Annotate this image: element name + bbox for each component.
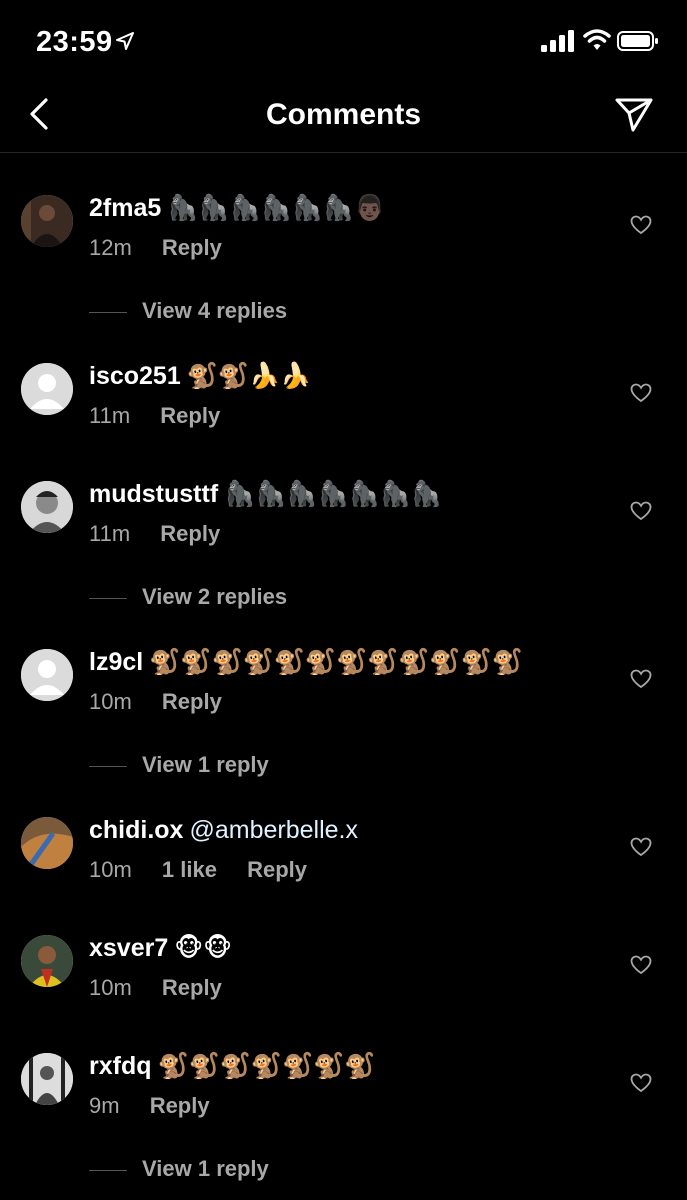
comment-text: 🐒🐒🐒🐒🐒🐒🐒🐒🐒🐒🐒🐒 [149,648,523,676]
comment-item: isco251 🐒🐒🍌🍌 11m Reply [0,362,687,463]
divider-line [89,1169,127,1171]
view-replies-button[interactable]: View 1 reply [89,1156,269,1186]
view-replies-label: View 1 reply [142,1156,269,1181]
reply-button[interactable]: Reply [162,235,222,260]
heart-icon[interactable] [630,837,652,857]
status-time: 23:59 [36,26,113,58]
heart-icon[interactable] [630,215,652,235]
location-arrow-icon [116,32,134,50]
comment-text: 🦍🦍🦍🦍🦍🦍👨🏿 [167,194,386,222]
avatar[interactable] [21,817,73,869]
comment-time: 10m [89,975,132,1000]
comment-item: xsver7 🐵🐵 10m Reply [0,934,687,1035]
comment-item: rxfdq 🐒🐒🐒🐒🐒🐒🐒 9m Reply [0,1052,687,1153]
comment-username[interactable]: xsver7 [89,934,168,962]
like-count[interactable]: 1 like [162,857,217,882]
divider-line [89,765,127,767]
view-replies-button[interactable]: View 4 replies [89,298,287,328]
view-replies-button[interactable]: View 2 replies [89,584,287,614]
header-bar: Comments [0,80,687,153]
comment-time: 11m [89,403,131,428]
comment-item: 2fma5 🦍🦍🦍🦍🦍🦍👨🏿 12m Reply [0,194,687,295]
reply-button[interactable]: Reply [162,689,222,714]
comment-text: 🦍🦍🦍🦍🦍🦍🦍 [224,480,443,508]
cellular-signal-icon [541,30,574,52]
comment-item: chidi.ox @amberbelle.x 10m 1 like Reply [0,816,687,917]
comment-text: 🐵🐵 [174,934,233,962]
heart-icon[interactable] [630,501,652,521]
comment-username[interactable]: isco251 [89,362,181,390]
comment-text: 🐒🐒🍌🍌 [186,362,312,390]
avatar[interactable] [21,363,73,415]
wifi-icon [583,29,611,50]
comment-username[interactable]: rxfdq [89,1052,152,1080]
comment-username[interactable]: lz9cl [89,648,143,676]
heart-icon[interactable] [630,1073,652,1093]
reply-button[interactable]: Reply [247,857,307,882]
comment-username[interactable]: mudstusttf [89,480,218,508]
avatar[interactable] [21,481,73,533]
comment-time: 9m [89,1093,120,1118]
view-replies-label: View 2 replies [142,584,288,609]
reply-button[interactable]: Reply [160,521,220,546]
heart-icon[interactable] [630,955,652,975]
reply-button[interactable]: Reply [162,975,222,1000]
avatar[interactable] [21,1053,73,1105]
comment-username[interactable]: chidi.ox [89,816,183,844]
paper-plane-icon[interactable] [614,96,654,134]
comment-username[interactable]: 2fma5 [89,194,161,222]
reply-button[interactable]: Reply [160,403,220,428]
heart-icon[interactable] [630,669,652,689]
comment-time: 12m [89,235,132,260]
divider-line [89,597,127,599]
heart-icon[interactable] [630,383,652,403]
avatar[interactable] [21,195,73,247]
avatar[interactable] [21,649,73,701]
comment-time: 10m [89,689,132,714]
divider-line [89,311,127,313]
view-replies-label: View 4 replies [142,298,288,323]
view-replies-button[interactable]: View 1 reply [89,752,269,782]
view-replies-label: View 1 reply [142,752,269,777]
comment-text: 🐒🐒🐒🐒🐒🐒🐒 [157,1052,376,1080]
comment-time: 11m [89,521,131,546]
avatar[interactable] [21,935,73,987]
comment-time: 10m [89,857,132,882]
comment-item: lz9cl 🐒🐒🐒🐒🐒🐒🐒🐒🐒🐒🐒🐒 10m Reply [0,648,687,749]
comment-mention[interactable]: @amberbelle.x [189,816,358,844]
page-title: Comments [265,98,422,131]
comment-item: mudstusttf 🦍🦍🦍🦍🦍🦍🦍 11m Reply [0,480,687,581]
status-bar: 23:59 [0,0,687,80]
reply-button[interactable]: Reply [150,1093,210,1118]
battery-icon [617,31,658,51]
